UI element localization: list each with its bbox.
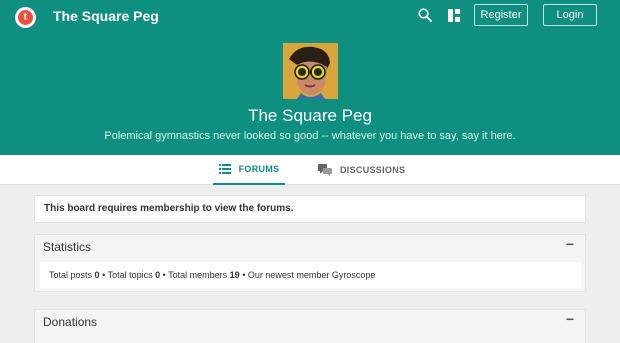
total-members-label: • Total members [162, 270, 228, 280]
logo-letter: t [18, 10, 33, 25]
donations-panel: Donations − [34, 309, 586, 343]
site-title[interactable]: The Square Peg [53, 7, 159, 25]
list-icon [218, 164, 231, 174]
register-button[interactable]: Register [474, 4, 528, 26]
newest-member-link[interactable]: Gyroscope [332, 270, 376, 280]
membership-notice: This board requires membership to view t… [34, 195, 586, 223]
total-topics-label: • Total topics [102, 270, 153, 280]
chat-icon [318, 164, 332, 176]
total-posts-value: 0 [94, 270, 100, 280]
donations-collapse-button[interactable]: − [566, 311, 574, 327]
tab-discussions[interactable]: DISCUSSIONS [318, 155, 408, 185]
tab-forums-label: FORUMS [238, 164, 280, 174]
apps-grid-icon[interactable] [448, 9, 460, 22]
statistics-title: Statistics [43, 240, 92, 254]
tab-forums[interactable]: FORUMS [213, 155, 285, 185]
header-bar: t The Square Peg Register Login The Squa… [0, 0, 620, 155]
statistics-body: Total posts 0 • Total topics 0 • Total m… [40, 262, 581, 288]
site-logo[interactable]: t [15, 7, 36, 28]
total-members-value: 19 [229, 270, 240, 280]
donations-title: Donations [43, 315, 98, 329]
tab-bar: FORUMS DISCUSSIONS [0, 155, 620, 185]
newest-member-label: • Our newest member [242, 270, 330, 280]
board-avatar [283, 43, 338, 99]
login-button[interactable]: Login [543, 4, 597, 26]
statistics-panel: Statistics − Total posts 0 • Total topic… [34, 234, 586, 292]
board-description: Polemical gymnastics never looked so goo… [104, 130, 516, 142]
tab-discussions-label: DISCUSSIONS [340, 165, 406, 175]
search-icon[interactable] [418, 8, 432, 22]
statistics-collapse-button[interactable]: − [566, 236, 574, 252]
total-topics-value: 0 [155, 270, 161, 280]
total-posts-label: Total posts [49, 270, 93, 280]
board-title: The Square Peg [248, 106, 372, 125]
